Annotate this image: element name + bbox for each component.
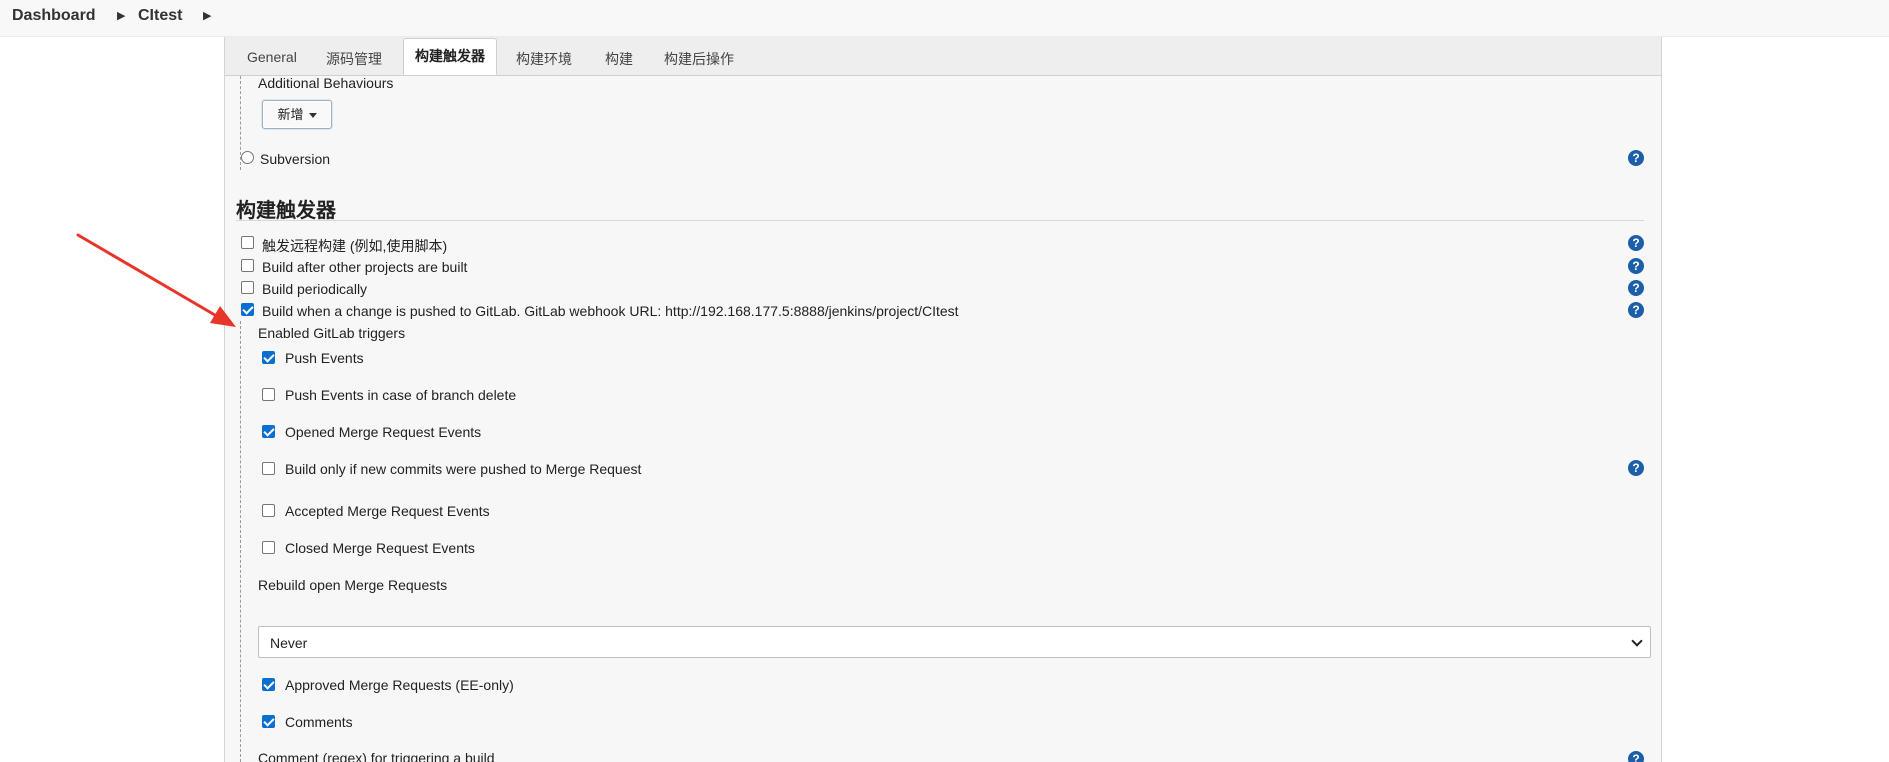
annotation-arrow (76, 233, 236, 327)
